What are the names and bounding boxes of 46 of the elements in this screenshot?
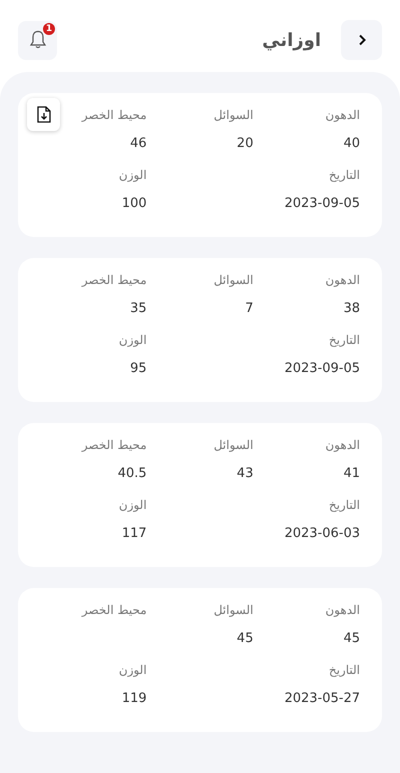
field-label: الوزن [118,332,147,348]
page-title: اوزاني [261,28,322,52]
field-label: السوائل [214,107,254,123]
field-value: 35 [130,300,147,318]
field-label: محيط الخصر [82,602,147,618]
download-button[interactable] [27,98,60,131]
notification-button[interactable]: 1 [18,20,57,60]
field-label: محيط الخصر [82,437,147,453]
field-value: 20 [236,135,254,153]
field-value: 2023-05-27 [284,690,360,708]
field-value: 117 [122,525,147,543]
field-label: محيط الخصر [82,272,147,288]
field-label: السوائل [214,272,254,288]
chevron-right-icon [356,34,366,46]
field-value: 100 [122,195,147,213]
field-label: السوائل [214,437,254,453]
notification-badge: 1 [43,22,55,34]
field-value: 46 [130,135,147,153]
field-label: الدهون [325,437,360,453]
field-label: الوزن [118,497,147,513]
field-label: الوزن [118,662,147,678]
field-value: 45 [236,630,254,648]
field-value: 38 [343,300,360,318]
field-label: الوزن [118,167,147,183]
field-label: التاريخ [328,497,360,513]
field-label: السوائل [214,602,254,618]
field-label: الدهون [325,602,360,618]
field-value: 40.5 [118,465,147,483]
field-value: 95 [130,360,147,378]
field-value: 2023-09-05 [284,195,360,213]
field-label: الدهون [325,107,360,123]
field-value: 43 [236,465,254,483]
field-value: 41 [343,465,360,483]
field-value: 7 [245,300,254,318]
field-label: محيط الخصر [82,107,147,123]
field-value: 45 [343,630,360,648]
field-label: التاريخ [328,662,360,678]
field-value: 119 [122,690,147,708]
field-value: 2023-09-05 [284,360,360,378]
field-label: التاريخ [328,332,360,348]
field-value: 40 [343,135,360,153]
field-label: الدهون [325,272,360,288]
field-label: التاريخ [328,167,360,183]
bell-icon [28,30,46,50]
field-value: 2023-06-03 [284,525,360,543]
file-download-icon [36,106,50,123]
